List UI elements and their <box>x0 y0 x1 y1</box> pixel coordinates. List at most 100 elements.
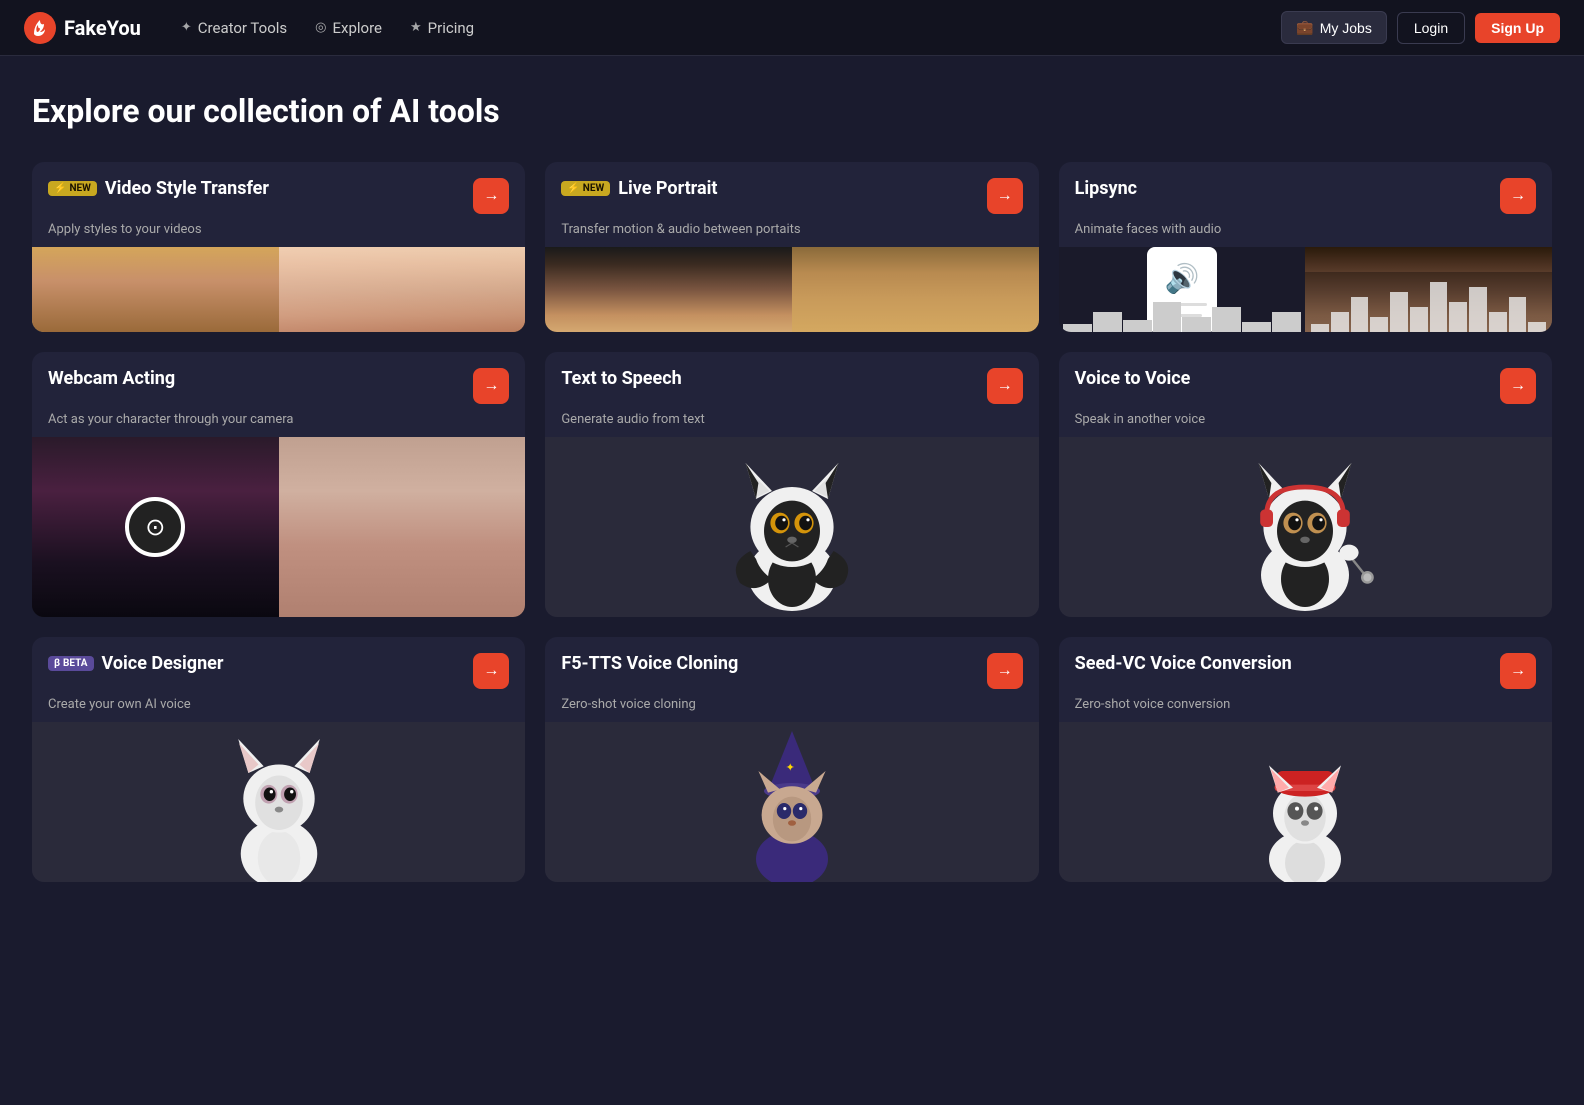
card-arrow-button[interactable]: → <box>473 653 509 689</box>
title-row: Lipsync <box>1075 178 1137 199</box>
tool-title: Text to Speech <box>561 368 681 389</box>
tool-card-voice-to-voice: Voice to Voice → Speak in another voice <box>1059 352 1552 617</box>
card-arrow-button[interactable]: → <box>987 178 1023 214</box>
briefcase-icon: 💼 <box>1296 19 1313 36</box>
v2v-mascot <box>1225 437 1385 617</box>
tool-image: 🔊 <box>1059 247 1552 332</box>
badge-new: ⚡ NEW <box>561 181 610 196</box>
tool-title: Live Portrait <box>618 178 717 199</box>
card-arrow-button[interactable]: → <box>1500 368 1536 404</box>
card-header: Lipsync → <box>1059 162 1552 222</box>
title-row: ⚡ NEW Video Style Transfer <box>48 178 269 199</box>
nav-right: 💼 My Jobs Login Sign Up <box>1281 11 1560 44</box>
logo-icon <box>24 12 56 44</box>
card-arrow-button[interactable]: → <box>473 368 509 404</box>
tool-card-lipsync: Lipsync → Animate faces with audio 🔊 <box>1059 162 1552 332</box>
nav-pricing[interactable]: ★ Pricing <box>410 19 474 37</box>
creator-tools-icon: ✦ <box>181 20 192 35</box>
navigation: FakeYou ✦ Creator Tools ◎ Explore ★ Pric… <box>0 0 1584 56</box>
pricing-icon: ★ <box>410 20 422 35</box>
title-row: β BETA Voice Designer <box>48 653 224 674</box>
tools-grid: ⚡ NEW Video Style Transfer → Apply style… <box>32 162 1552 882</box>
tool-title: F5-TTS Voice Cloning <box>561 653 738 674</box>
tool-title: Lipsync <box>1075 178 1137 199</box>
card-arrow-button[interactable]: → <box>987 653 1023 689</box>
tool-card-f5-tts: F5-TTS Voice Cloning → Zero-shot voice c… <box>545 637 1038 882</box>
tool-card-webcam-acting: Webcam Acting → Act as your character th… <box>32 352 525 617</box>
title-row: F5-TTS Voice Cloning <box>561 653 738 674</box>
tool-card-text-to-speech: Text to Speech → Generate audio from tex… <box>545 352 1038 617</box>
signup-button[interactable]: Sign Up <box>1475 13 1560 43</box>
tool-image <box>1059 722 1552 882</box>
tool-card-seed-vc: Seed-VC Voice Conversion → Zero-shot voi… <box>1059 637 1552 882</box>
explore-icon: ◎ <box>315 20 326 35</box>
card-header: Seed-VC Voice Conversion → <box>1059 637 1552 697</box>
tool-title: Voice Designer <box>102 653 224 674</box>
tool-image: ✦ <box>545 722 1038 882</box>
card-arrow-button[interactable]: → <box>1500 653 1536 689</box>
tool-title: Seed-VC Voice Conversion <box>1075 653 1292 674</box>
card-header: Voice to Voice → <box>1059 352 1552 412</box>
tool-subtitle: Animate faces with audio <box>1059 222 1552 247</box>
camera-symbol: ⊙ <box>145 513 165 541</box>
tool-subtitle: Apply styles to your videos <box>32 222 525 247</box>
tool-subtitle: Speak in another voice <box>1059 412 1552 437</box>
title-group: Voice to Voice <box>1075 368 1191 389</box>
logo-text: FakeYou <box>64 16 141 40</box>
tool-card-video-style-transfer: ⚡ NEW Video Style Transfer → Apply style… <box>32 162 525 332</box>
card-header: Webcam Acting → <box>32 352 525 412</box>
my-jobs-label: My Jobs <box>1320 20 1372 36</box>
tool-image <box>1059 437 1552 617</box>
tool-subtitle: Act as your character through your camer… <box>32 412 525 437</box>
card-arrow-button[interactable]: → <box>1500 178 1536 214</box>
nav-explore[interactable]: ◎ Explore <box>315 19 382 37</box>
lightning-icon: ⚡ <box>54 183 66 194</box>
tool-card-live-portrait: ⚡ NEW Live Portrait → Transfer motion & … <box>545 162 1038 332</box>
tool-subtitle: Generate audio from text <box>545 412 1038 437</box>
lightning-icon: ⚡ <box>567 183 579 194</box>
tts-mascot <box>712 437 872 617</box>
tool-card-voice-designer: β BETA Voice Designer → Create your own … <box>32 637 525 882</box>
title-group: ⚡ NEW Live Portrait <box>561 178 717 199</box>
f5-mascot: ✦ <box>727 727 857 882</box>
beta-icon: β <box>54 658 60 669</box>
card-header: β BETA Voice Designer → <box>32 637 525 697</box>
title-row: ⚡ NEW Live Portrait <box>561 178 717 199</box>
tool-title: Webcam Acting <box>48 368 175 389</box>
title-row: Seed-VC Voice Conversion <box>1075 653 1292 674</box>
badge-new: ⚡ NEW <box>48 181 97 196</box>
card-arrow-button[interactable]: → <box>987 368 1023 404</box>
seed-mascot <box>1240 727 1370 882</box>
tool-image <box>32 247 525 332</box>
title-row: Voice to Voice <box>1075 368 1191 389</box>
login-label: Login <box>1414 20 1448 36</box>
tool-subtitle: Transfer motion & audio between portaits <box>545 222 1038 247</box>
badge-beta: β BETA <box>48 656 94 671</box>
card-arrow-button[interactable]: → <box>473 178 509 214</box>
tool-subtitle: Zero-shot voice cloning <box>545 697 1038 722</box>
title-row: Text to Speech <box>561 368 681 389</box>
title-group: Text to Speech <box>561 368 681 389</box>
main-content: Explore our collection of AI tools ⚡ NEW… <box>0 56 1584 922</box>
nav-links: ✦ Creator Tools ◎ Explore ★ Pricing <box>181 19 1281 37</box>
title-group: F5-TTS Voice Cloning <box>561 653 738 674</box>
tool-image: ⊙ <box>32 437 525 617</box>
card-header: ⚡ NEW Live Portrait → <box>545 162 1038 222</box>
title-group: Lipsync <box>1075 178 1137 199</box>
explore-label: Explore <box>333 19 383 37</box>
title-group: ⚡ NEW Video Style Transfer <box>48 178 269 199</box>
tool-title: Voice to Voice <box>1075 368 1191 389</box>
tool-image <box>545 437 1038 617</box>
tool-image <box>545 247 1038 332</box>
card-header: ⚡ NEW Video Style Transfer → <box>32 162 525 222</box>
card-header: Text to Speech → <box>545 352 1038 412</box>
login-button[interactable]: Login <box>1397 12 1465 44</box>
svg-text:✦: ✦ <box>786 761 795 774</box>
nav-creator-tools[interactable]: ✦ Creator Tools <box>181 19 287 37</box>
voice-designer-mascot <box>209 722 349 882</box>
tool-title: Video Style Transfer <box>105 178 269 199</box>
logo[interactable]: FakeYou <box>24 12 141 44</box>
my-jobs-button[interactable]: 💼 My Jobs <box>1281 11 1387 44</box>
title-group: β BETA Voice Designer <box>48 653 224 674</box>
pricing-label: Pricing <box>428 19 474 37</box>
